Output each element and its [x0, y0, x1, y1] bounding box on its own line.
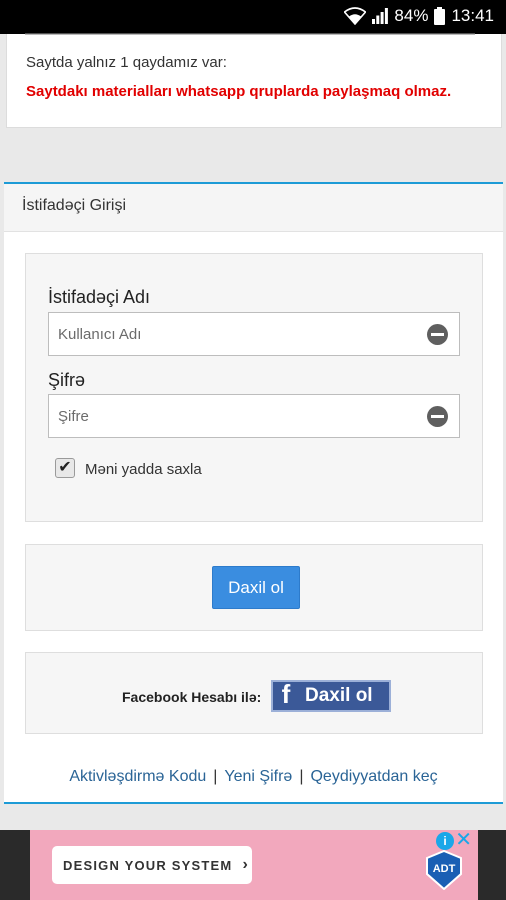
login-button[interactable]: Daxil ol [212, 566, 300, 609]
clear-password-icon[interactable] [427, 406, 448, 427]
login-panel: İstifadəçi Girişi İstifadəçi Adı Şifrə ✔… [4, 182, 503, 804]
battery-percent: 84% [394, 6, 429, 25]
submit-box: Daxil ol [25, 544, 483, 631]
facebook-button-label: Daxil ol [305, 685, 373, 706]
password-input[interactable] [49, 395, 409, 437]
username-input[interactable] [49, 313, 409, 355]
credentials-box: İstifadəçi Adı Şifrə ✔ Məni yadda saxla [25, 253, 483, 522]
remember-me-checkbox[interactable]: ✔ [55, 458, 75, 478]
remember-me-label[interactable]: Məni yadda saxla [85, 461, 202, 478]
ad-info-icon[interactable]: i [436, 832, 454, 850]
register-link[interactable]: Qeydiyyatdan keç [310, 768, 437, 785]
ad-content[interactable]: DESIGN YOUR SYSTEM › i ✕ ADT [30, 830, 478, 900]
chevron-right-icon: › [242, 856, 249, 873]
link-separator: | [213, 768, 218, 785]
username-label: İstifadəçi Adı [48, 287, 151, 307]
ad-close-icon[interactable]: ✕ [455, 830, 472, 850]
adt-logo-icon: ADT [424, 849, 464, 891]
clock: 13:41 [451, 6, 494, 25]
rules-notice-card: Saytda yalnız 1 qaydamız var: Saytdakı m… [6, 32, 502, 128]
facebook-login-box: Facebook Hesabı ilə: f Daxil ol [25, 652, 483, 734]
wifi-icon [344, 7, 367, 25]
ad-cta-button[interactable]: DESIGN YOUR SYSTEM › [52, 846, 252, 884]
activation-code-link[interactable]: Aktivləşdirmə Kodu [69, 768, 206, 785]
footer-links: Aktivləşdirmə Kodu | Yeni Şifrə | Qeydiyyatd… [4, 768, 503, 786]
password-field-wrapper [48, 394, 460, 438]
password-label: Şifrə [48, 370, 86, 390]
clear-username-icon[interactable] [427, 324, 448, 345]
link-separator: | [299, 768, 304, 785]
battery-icon [434, 7, 446, 25]
panel-title: İstifadəçi Girişi [4, 184, 503, 232]
warning-text: Saytdakı materialları whatsapp qruplarda… [26, 83, 452, 100]
adt-logo-text: ADT [432, 863, 456, 875]
facebook-login-label: Facebook Hesabı ilə: [122, 689, 262, 705]
signal-icon [372, 8, 389, 24]
new-password-link[interactable]: Yeni Şifrə [224, 768, 292, 785]
facebook-icon: f [281, 679, 291, 709]
checkmark-icon: ✔ [58, 459, 72, 476]
status-bar: 84% 13:41 [0, 0, 506, 34]
facebook-login-button[interactable]: f Daxil ol [271, 679, 391, 712]
ad-banner: DESIGN YOUR SYSTEM › i ✕ ADT [0, 830, 506, 900]
ad-cta-label: DESIGN YOUR SYSTEM [63, 857, 233, 873]
username-field-wrapper [48, 312, 460, 356]
rules-text: Saytda yalnız 1 qaydamız var: [26, 54, 227, 71]
clipped-text-line [25, 32, 475, 38]
